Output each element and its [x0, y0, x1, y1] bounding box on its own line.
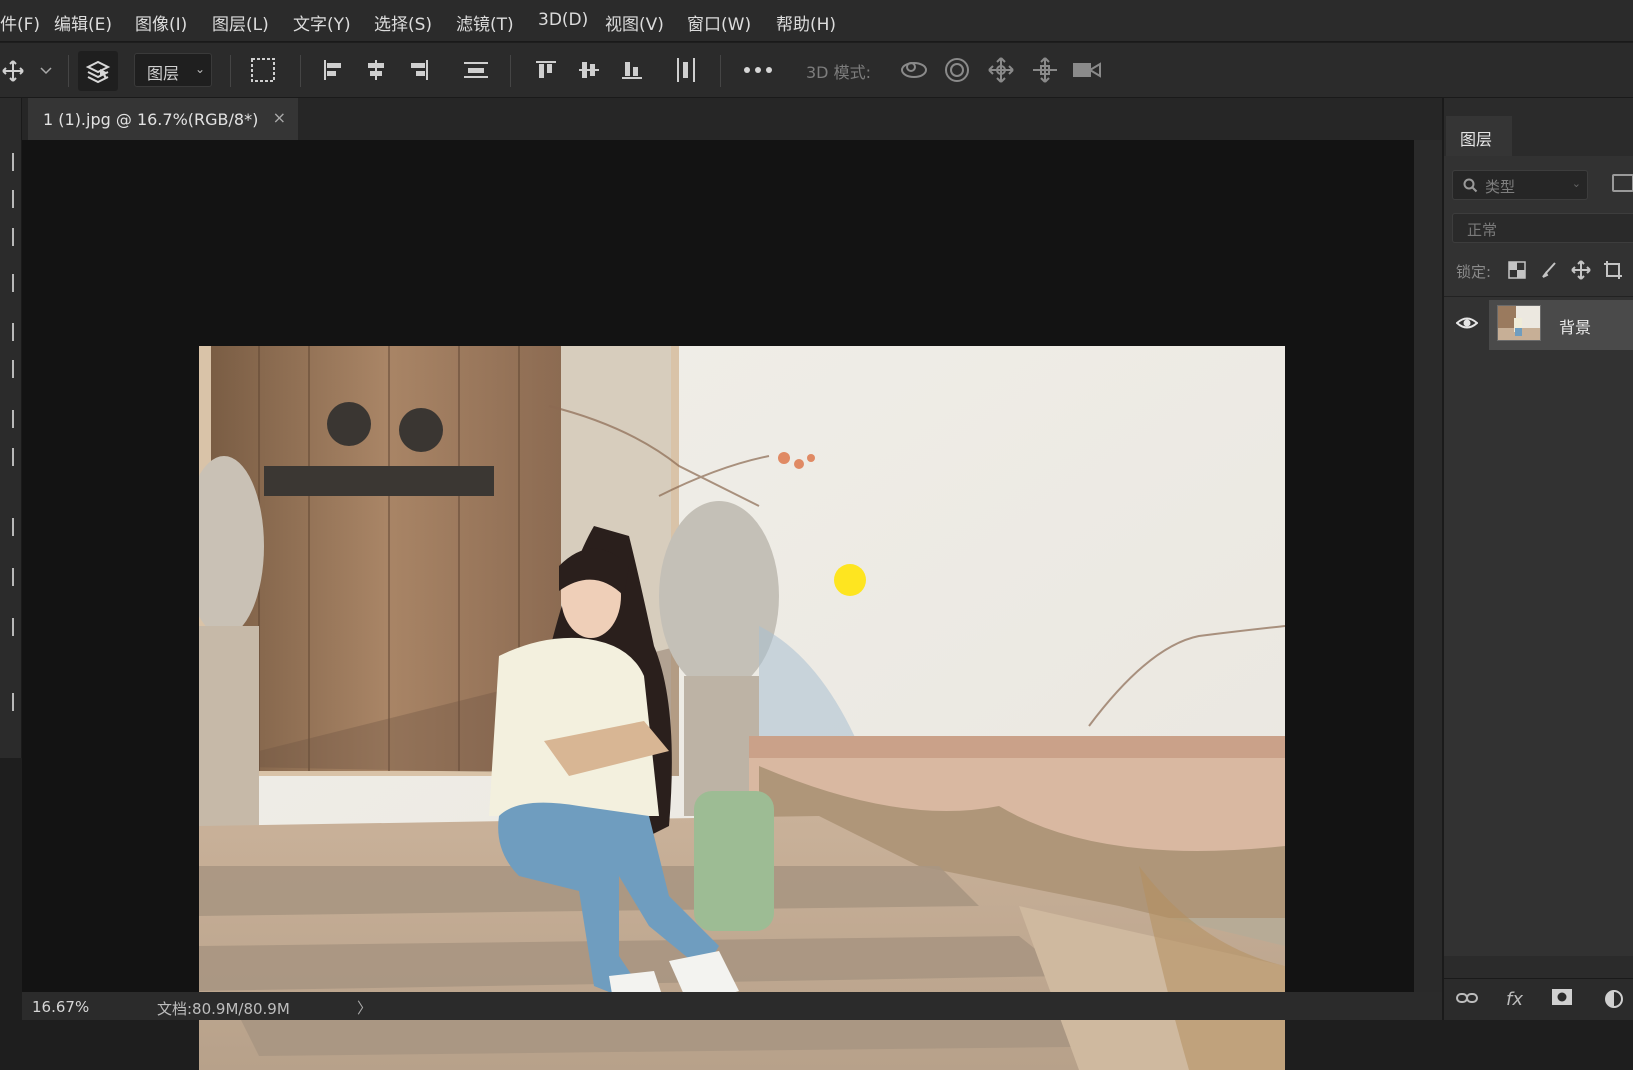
cursor-highlight: [834, 564, 866, 596]
lock-pixels-icon[interactable]: [1538, 259, 1560, 281]
layers-panel-footer: fx: [1444, 978, 1633, 1020]
history-brush-tool-icon[interactable]: [0, 448, 14, 466]
menu-bar: 件(F) 编辑(E) 图像(I) 图层(L) 文字(Y) 选择(S) 滤镜(T)…: [0, 0, 1633, 42]
chevron-down-icon: ⌄: [1571, 177, 1581, 190]
document-tab[interactable]: 1 (1).jpg @ 16.7%(RGB/8*) ×: [28, 98, 298, 140]
separator: [510, 55, 511, 87]
layer-dropdown-label: 图层: [147, 64, 180, 83]
roll-3d-icon[interactable]: [942, 55, 972, 85]
align-left-icon[interactable]: [320, 57, 346, 83]
lock-position-icon[interactable]: [1570, 259, 1592, 281]
image-filter-icon[interactable]: [1612, 174, 1633, 192]
type-tool-icon[interactable]: [0, 568, 14, 586]
auto-select-target-dropdown[interactable]: 图层 ⌄: [134, 53, 212, 87]
align-vcenter-icon[interactable]: [576, 57, 602, 83]
menu-view[interactable]: 视图(V): [605, 10, 664, 35]
layer-filter-label: 类型: [1485, 178, 1516, 196]
search-icon: [1463, 178, 1478, 197]
lasso-tool-icon[interactable]: [0, 190, 14, 208]
link-layers-icon[interactable]: [1456, 989, 1478, 1010]
align-top-icon[interactable]: [533, 57, 559, 83]
layer-filter-dropdown[interactable]: 类型 ⌄: [1452, 170, 1588, 200]
menu-edit[interactable]: 编辑(E): [54, 10, 112, 35]
layers-panel: 图层 类型 ⌄ 正常 锁定: 背景 fx: [1442, 98, 1633, 1020]
stamp-tool-icon[interactable]: [0, 410, 14, 428]
fx-icon[interactable]: fx: [1506, 989, 1523, 1010]
layer-name[interactable]: 背景: [1559, 314, 1591, 338]
menu-help[interactable]: 帮助(H): [776, 10, 836, 35]
options-bar: 图层 ⌄ 3D 模式:: [0, 43, 1633, 98]
layers-panel-body: 类型 ⌄ 正常 锁定: 背景: [1444, 156, 1633, 956]
quick-mask-icon[interactable]: [0, 693, 14, 711]
3d-mode-label: 3D 模式:: [806, 63, 871, 82]
document-size-info: 文档:80.9M/80.9M: [157, 1000, 290, 1018]
pen-tool-icon[interactable]: [0, 518, 14, 536]
separator: [720, 55, 721, 87]
eyedropper-tool-icon[interactable]: [0, 274, 14, 292]
separator: [300, 55, 301, 87]
zoom-level-field[interactable]: 16.67%: [32, 998, 89, 1016]
status-bar: 16.67% 文档:80.9M/80.9M 〉: [22, 992, 1442, 1020]
blend-mode-label: 正常: [1467, 221, 1498, 239]
orbit-3d-icon[interactable]: [898, 55, 930, 85]
lock-label: 锁定:: [1456, 263, 1492, 281]
move-tool-icon[interactable]: [0, 58, 26, 84]
tab-layers[interactable]: 图层: [1446, 116, 1512, 156]
pan-3d-icon[interactable]: [986, 55, 1016, 85]
more-icon[interactable]: [741, 57, 775, 83]
menu-layer[interactable]: 图层(L): [212, 10, 269, 35]
slide-3d-icon[interactable]: [1029, 55, 1061, 85]
close-icon[interactable]: ×: [273, 108, 286, 127]
lock-artboard-icon[interactable]: [1602, 259, 1624, 281]
separator: [230, 55, 231, 87]
adjustment-layer-icon[interactable]: [1604, 989, 1624, 1014]
layer-thumbnail: [1497, 305, 1541, 341]
healing-tool-icon[interactable]: [0, 323, 14, 341]
add-mask-icon[interactable]: [1552, 989, 1572, 1010]
menu-window[interactable]: 窗口(W): [687, 10, 751, 35]
align-right-icon[interactable]: [406, 57, 432, 83]
document-tab-title: 1 (1).jpg @ 16.7%(RGB/8*): [43, 110, 259, 129]
align-hcenter-icon[interactable]: [363, 57, 389, 83]
blend-mode-dropdown[interactable]: 正常: [1452, 213, 1633, 243]
distribute-vertical-icon[interactable]: [461, 57, 491, 83]
eye-icon[interactable]: [1455, 312, 1479, 334]
tool-preset-chevron-icon[interactable]: [38, 63, 54, 79]
menu-image[interactable]: 图像(I): [135, 10, 187, 35]
canvas-area[interactable]: [22, 140, 1414, 1070]
tools-panel: [0, 98, 22, 758]
auto-select-icon[interactable]: [78, 51, 118, 91]
menu-filter[interactable]: 滤镜(T): [456, 10, 514, 35]
transform-controls-icon[interactable]: [248, 55, 278, 85]
hand-tool-icon[interactable]: [0, 618, 14, 636]
vertical-scrollbar[interactable]: [1414, 140, 1442, 992]
distribute-horizontal-icon[interactable]: [673, 57, 699, 83]
marquee-tool-icon[interactable]: [0, 153, 14, 171]
menu-type[interactable]: 文字(Y): [293, 10, 351, 35]
scale-3d-icon[interactable]: [1071, 55, 1105, 85]
menu-select[interactable]: 选择(S): [374, 10, 432, 35]
menu-3d[interactable]: 3D(D): [538, 10, 588, 30]
document-image[interactable]: [199, 346, 1285, 1070]
panel-divider: [1444, 296, 1633, 297]
menu-file[interactable]: 件(F): [0, 10, 40, 35]
align-bottom-icon[interactable]: [619, 57, 645, 83]
status-menu-arrow-icon[interactable]: 〉: [357, 997, 372, 1018]
brush-tool-icon[interactable]: [0, 360, 14, 378]
lock-transparency-icon[interactable]: [1506, 259, 1528, 281]
crop-tool-icon[interactable]: [0, 228, 14, 246]
separator: [68, 55, 69, 87]
document-tab-bar: 1 (1).jpg @ 16.7%(RGB/8*) ×: [22, 98, 1442, 140]
chevron-down-icon: ⌄: [194, 62, 205, 76]
